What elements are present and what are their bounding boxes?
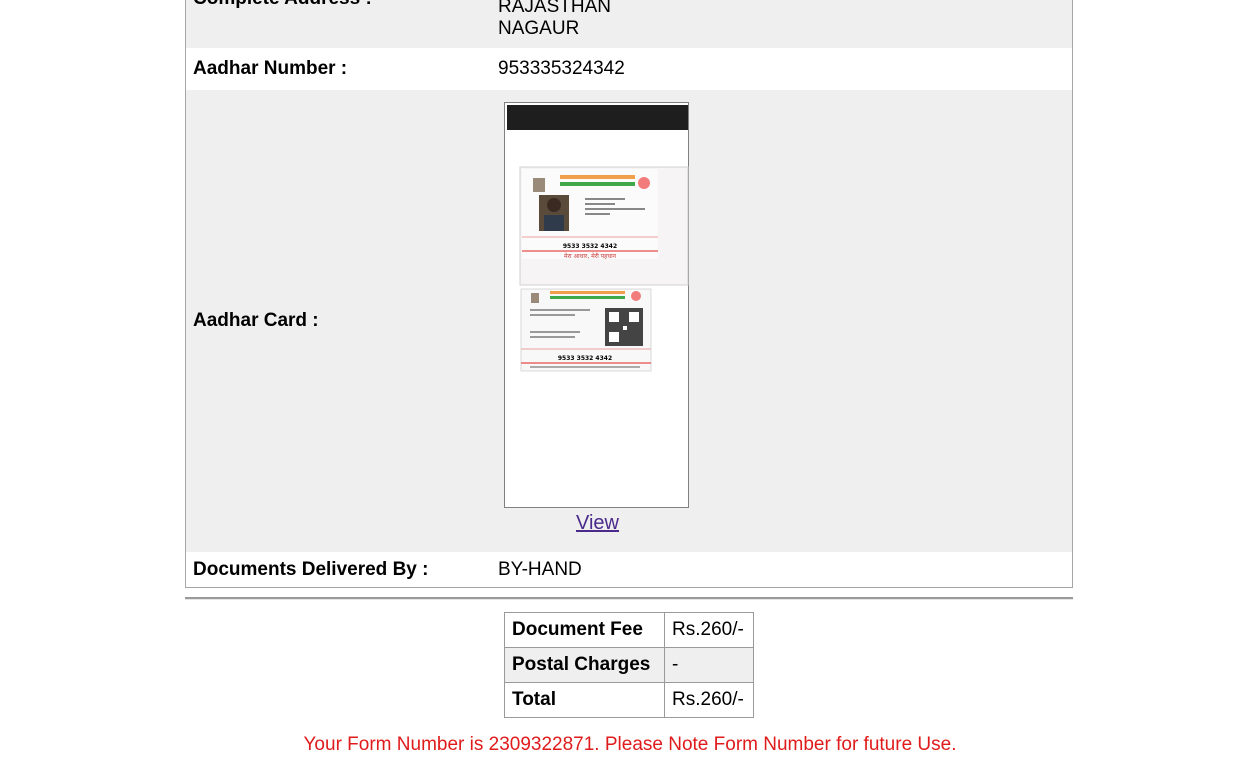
aadhar-card-scan: 9533 3532 4342 मेरा आधार, मेरी पहचान 953… [519,166,689,372]
address-row: Complete Address : RAJASTHAN NAGAUR [186,0,1072,48]
aadhar-card-row: Aadhar Card : 9533 3532 4342 मेरा आधार, … [186,90,1072,552]
aadhar-card-label: Aadhar Card : [193,310,319,331]
delivered-by-value: BY-HAND [498,558,582,580]
card-front-number: 9533 3532 4342 [563,243,617,250]
form-number-notice: Your Form Number is 2309322871. Please N… [303,734,957,755]
fee-row-total: Total Rs.260/- [504,682,754,718]
aadhar-card-image[interactable]: 9533 3532 4342 मेरा आधार, मेरी पहचान 953… [504,102,689,508]
aadhaar-logo-icon [638,177,650,189]
address-line-district: NAGAUR [498,18,580,39]
total-value: Rs.260/- [664,682,754,718]
postal-charges-value: - [664,647,754,683]
aadhar-card-value: 9533 3532 4342 मेरा आधार, मेरी पहचान 953… [498,90,1072,552]
application-details-table: Complete Address : RAJASTHAN NAGAUR Aadh… [185,0,1073,588]
fee-row-document: Document Fee Rs.260/- [504,612,754,648]
emblem-icon [533,178,545,192]
card-front-tagline: मेरा आधार, मेरी पहचान [564,252,617,260]
address-line-state: RAJASTHAN [498,0,611,17]
aadhar-number-value: 953335324342 [498,58,625,79]
document-fee-label: Document Fee [504,612,665,648]
card-back-number: 9533 3532 4342 [558,355,612,362]
aadhar-number-row: Aadhar Number : 953335324342 [186,48,1072,90]
delivered-by-row: Documents Delivered By : BY-HAND [186,552,1072,587]
delivered-by-label: Documents Delivered By : [193,558,429,580]
address-label: Complete Address : [186,0,498,48]
document-fee-value: Rs.260/- [664,612,754,648]
aadhar-number-label: Aadhar Number : [193,58,348,79]
total-label: Total [504,682,665,718]
view-aadhar-link[interactable]: View [576,512,619,535]
address-value: RAJASTHAN NAGAUR [498,0,1072,48]
fee-summary-table: Document Fee Rs.260/- Postal Charges - T… [504,612,754,718]
divider [185,597,1073,600]
postal-charges-label: Postal Charges [504,647,665,683]
fee-row-postal: Postal Charges - [504,647,754,683]
